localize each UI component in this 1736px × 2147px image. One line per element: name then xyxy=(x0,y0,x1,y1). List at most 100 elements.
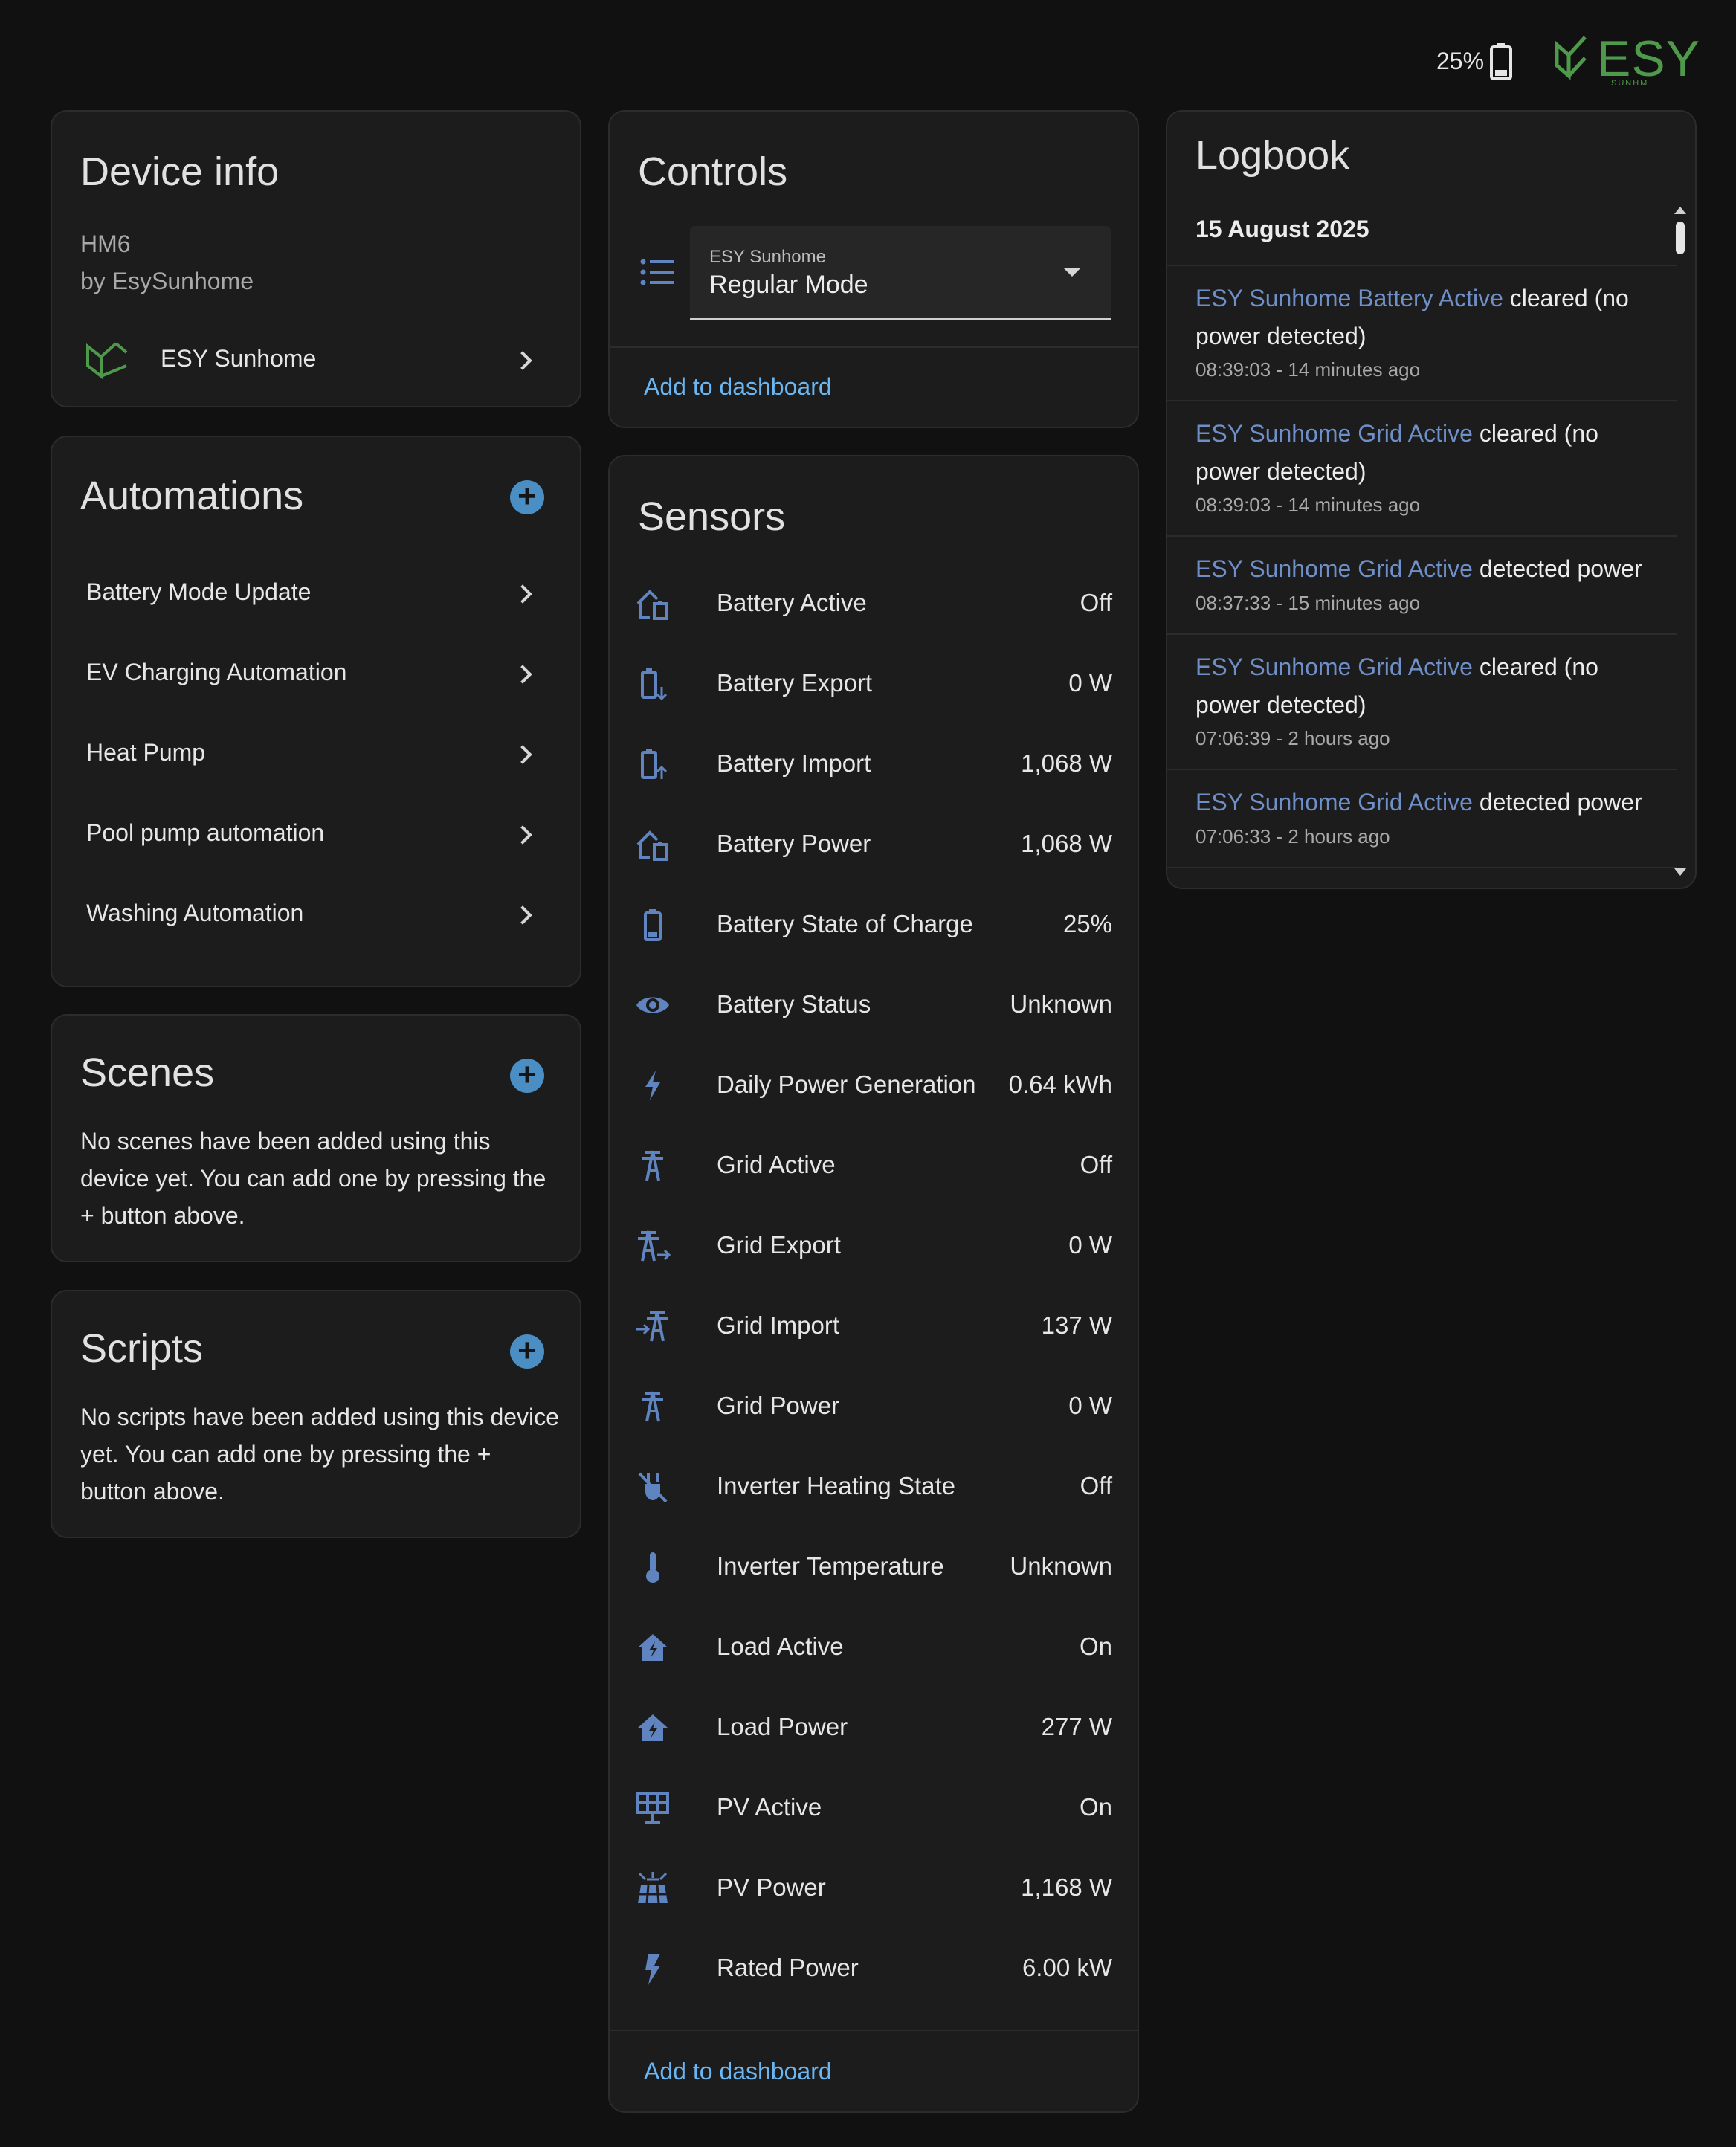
automation-label: Heat Pump xyxy=(86,739,206,766)
sensor-value: 0 W xyxy=(1068,1392,1112,1419)
automation-item[interactable]: Battery Mode Update xyxy=(52,553,583,633)
battery-percent: 25% xyxy=(1436,48,1485,74)
logbook-scrollbar[interactable] xyxy=(1674,207,1686,876)
add-to-dashboard-button[interactable]: Add to dashboard xyxy=(644,2058,832,2085)
sensor-name: Battery Power xyxy=(717,830,871,857)
log-entry: ESY Sunhome Grid Active detected power 0… xyxy=(1167,535,1677,633)
log-entity-link[interactable]: ESY Sunhome Grid Active xyxy=(1195,555,1473,582)
automations-card: Automations + Battery Mode Update EV Cha… xyxy=(51,436,581,987)
automation-label: Pool pump automation xyxy=(86,819,325,846)
scroll-down-arrow-icon[interactable] xyxy=(1674,868,1686,876)
automation-item[interactable]: Pool pump automation xyxy=(52,794,583,874)
log-time: 08:39:03 - 14 minutes ago xyxy=(1195,358,1421,381)
home-lightning-icon xyxy=(638,1634,668,1661)
log-time: 08:39:03 - 14 minutes ago xyxy=(1195,494,1421,516)
log-time: 08:37:33 - 15 minutes ago xyxy=(1195,592,1421,614)
sensor-row[interactable]: Grid Import 137 W xyxy=(610,1285,1140,1365)
sensor-value: Off xyxy=(1080,589,1112,616)
card-title: Device info xyxy=(80,149,280,194)
card-title: Scenes xyxy=(80,1050,215,1095)
dropdown-arrow-icon xyxy=(1063,268,1081,277)
log-text: ESY Sunhome Battery Active cleared (no p… xyxy=(1195,280,1649,355)
chevron-right-icon xyxy=(514,739,532,769)
sensor-value: On xyxy=(1079,1793,1112,1821)
card-title: Logbook xyxy=(1195,133,1350,178)
sensor-row[interactable]: Rated Power 6.00 kW xyxy=(610,1927,1140,2007)
sensor-row[interactable]: Load Active On xyxy=(610,1606,1140,1686)
sensor-row[interactable]: Daily Power Generation 0.64 kWh xyxy=(610,1044,1140,1124)
sensor-name: Inverter Heating State xyxy=(717,1472,956,1499)
add-script-button[interactable]: + xyxy=(510,1334,544,1369)
sensor-row[interactable]: Grid Export 0 W xyxy=(610,1204,1140,1285)
scroll-thumb[interactable] xyxy=(1676,222,1685,254)
sensor-row[interactable]: Grid Power 0 W xyxy=(610,1365,1140,1445)
log-time: 07:06:39 - 2 hours ago xyxy=(1195,727,1390,749)
sensor-value: 0.64 kWh xyxy=(1008,1071,1112,1098)
sensor-value: 25% xyxy=(1062,910,1112,937)
log-text: ESY Sunhome Grid Active detected power xyxy=(1195,550,1649,588)
automation-item[interactable]: Heat Pump xyxy=(52,714,583,794)
sensor-row[interactable]: Battery Power 1,068 W xyxy=(610,803,1140,883)
chevron-right-icon xyxy=(514,578,532,608)
log-message: detected power xyxy=(1472,555,1642,582)
device-manufacturer: by EsySunhome xyxy=(80,268,254,294)
sensor-row[interactable]: Battery Status Unknown xyxy=(610,963,1140,1044)
device-link[interactable]: ESY Sunhome xyxy=(52,330,583,390)
sensor-name: Load Active xyxy=(717,1633,844,1660)
transmission-tower-icon xyxy=(642,1150,663,1181)
automation-label: EV Charging Automation xyxy=(86,659,347,685)
automation-item[interactable]: Washing Automation xyxy=(52,874,583,955)
divider xyxy=(610,346,1138,348)
add-to-dashboard-button[interactable]: Add to dashboard xyxy=(644,373,832,401)
automation-item[interactable]: EV Charging Automation xyxy=(52,633,583,714)
solar-panel-icon xyxy=(636,1792,669,1824)
transmission-tower-icon xyxy=(642,1391,663,1422)
logbook-card: Logbook 15 August 2025 ESY Sunhome Batte… xyxy=(1166,110,1697,889)
log-entity-link[interactable]: ESY Sunhome Battery Active xyxy=(1195,285,1503,311)
log-time: 07:06:33 - 2 hours ago xyxy=(1195,825,1390,848)
log-message: detected power xyxy=(1472,789,1642,816)
sensor-row[interactable]: Battery State of Charge 25% xyxy=(610,883,1140,963)
sensor-value: 1,068 W xyxy=(1021,830,1112,857)
sensor-name: Battery Status xyxy=(717,990,871,1018)
sensor-row[interactable]: Inverter Temperature Unknown xyxy=(610,1526,1140,1606)
sensor-name: Battery Export xyxy=(717,669,873,697)
sensor-name: Daily Power Generation xyxy=(717,1071,976,1098)
sensor-row[interactable]: Battery Export 0 W xyxy=(610,642,1140,723)
sensor-row[interactable]: PV Active On xyxy=(610,1766,1140,1847)
device-model: HM6 xyxy=(80,230,131,257)
log-entity-link[interactable]: ESY Sunhome Grid Active xyxy=(1195,420,1473,447)
sensor-name: Grid Export xyxy=(717,1231,841,1259)
add-automation-button[interactable]: + xyxy=(510,480,544,514)
sensor-row[interactable]: Inverter Heating State Off xyxy=(610,1445,1140,1526)
sensor-value: Unknown xyxy=(1010,990,1112,1018)
sensor-row[interactable]: Battery Active Off xyxy=(610,562,1140,642)
sensor-value: 277 W xyxy=(1041,1713,1112,1740)
sensor-name: Rated Power xyxy=(717,1954,859,1981)
mode-select[interactable]: ESY Sunhome Regular Mode xyxy=(690,226,1111,320)
sensors-card: Sensors Battery Active Off Battery Expor… xyxy=(608,455,1139,2113)
log-entry: ESY Sunhome Grid Active cleared (no powe… xyxy=(1167,400,1677,535)
sensor-value: Off xyxy=(1080,1472,1112,1499)
scripts-card: Scripts + No scripts have been added usi… xyxy=(51,1290,581,1538)
add-scene-button[interactable]: + xyxy=(510,1059,544,1093)
transmission-tower-import-icon xyxy=(636,1311,668,1342)
device-info-card: Device info HM6 by EsySunhome ESY Sunhom… xyxy=(51,110,581,407)
select-value: Regular Mode xyxy=(709,271,868,299)
log-entity-link[interactable]: ESY Sunhome Grid Active xyxy=(1195,789,1473,816)
sensor-row[interactable]: Battery Import 1,068 W xyxy=(610,723,1140,803)
scenes-card: Scenes + No scenes have been added using… xyxy=(51,1014,581,1262)
scroll-up-arrow-icon[interactable] xyxy=(1674,207,1686,214)
sensor-value: 0 W xyxy=(1068,669,1112,697)
sensor-row[interactable]: Load Power 277 W xyxy=(610,1686,1140,1766)
empty-state-text: No scenes have been added using this dev… xyxy=(80,1128,546,1229)
flash-icon xyxy=(645,1071,660,1100)
log-entity-link[interactable]: ESY Sunhome Grid Active xyxy=(1195,653,1473,680)
sensor-row[interactable]: Grid Active Off xyxy=(610,1124,1140,1204)
home-battery-icon xyxy=(636,590,668,620)
sensor-row[interactable]: PV Power 1,168 W xyxy=(610,1847,1140,1927)
sensor-value: On xyxy=(1079,1633,1112,1660)
empty-state-text: No scripts have been added using this de… xyxy=(80,1404,559,1505)
sensor-name: Grid Active xyxy=(717,1151,836,1178)
sensor-value: 1,168 W xyxy=(1021,1873,1112,1901)
